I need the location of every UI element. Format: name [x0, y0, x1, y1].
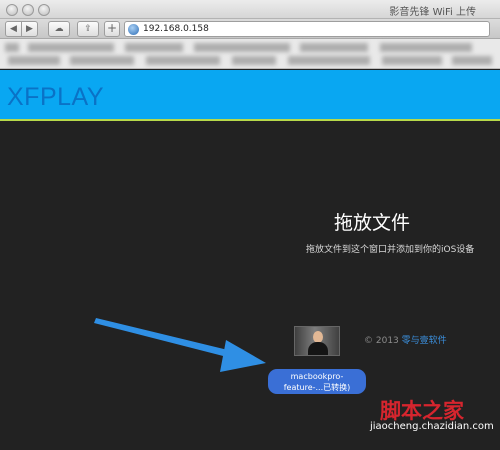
window-title: 影音先锋 WiFi 上传: [389, 7, 476, 18]
bookmark-item[interactable]: [300, 43, 368, 52]
bookmark-item[interactable]: [194, 43, 290, 52]
new-tab-button[interactable]: +: [104, 21, 120, 37]
forward-arrow-icon: ▶: [26, 24, 33, 34]
globe-icon: [128, 24, 139, 35]
bookmark-item[interactable]: [232, 56, 276, 65]
bookmark-item[interactable]: [70, 56, 134, 65]
back-arrow-icon: ◀: [10, 24, 17, 34]
person-body-shape: [308, 342, 328, 355]
bookmark-item[interactable]: [288, 56, 370, 65]
back-button[interactable]: ◀: [5, 21, 22, 37]
bookmark-item[interactable]: [8, 56, 60, 65]
dragged-file-thumbnail[interactable]: [294, 326, 340, 356]
bookmark-item[interactable]: [28, 43, 114, 52]
bookmark-item[interactable]: [452, 56, 492, 65]
plus-icon: +: [106, 21, 118, 35]
bookmark-item[interactable]: [146, 56, 220, 65]
bookmark-item[interactable]: [125, 43, 183, 52]
watermark-url: jiaocheng.chazidian.com: [370, 421, 494, 432]
icloud-icon: ☁: [54, 24, 64, 34]
bookmark-item[interactable]: [5, 43, 19, 52]
drop-title: 拖放文件: [334, 212, 411, 234]
bookmarks-bar: [0, 39, 500, 69]
address-bar[interactable]: 192.168.0.158: [124, 21, 490, 37]
page-header: XFPLAY: [0, 70, 500, 121]
file-name-line-2: feature-...已转换): [283, 383, 351, 392]
share-icon: ⇪: [84, 24, 92, 34]
browser-toolbar: ◀ ▶ ☁ ⇪ + 192.168.0.158: [0, 19, 500, 39]
dragged-file-label[interactable]: macbookpro- feature-...已转换): [268, 369, 366, 394]
bookmark-item[interactable]: [380, 43, 472, 52]
copyright-text: © 2013: [364, 336, 399, 346]
xfplay-logo: XFPLAY: [7, 83, 105, 111]
drop-instructions: 拖放文件到这个窗口并添加到你的iOS设备: [306, 245, 475, 255]
browser-window: 影音先锋 WiFi 上传 ◀ ▶ ☁ ⇪ + 192.168.0.158 XFP…: [0, 0, 500, 450]
url-text[interactable]: 192.168.0.158: [143, 24, 209, 34]
copyright-notice: © 2013 零与壹软件: [364, 333, 447, 346]
title-bar: 影音先锋 WiFi 上传: [0, 0, 500, 19]
forward-button[interactable]: ▶: [21, 21, 38, 37]
file-name-line-1: macbookpro-: [290, 372, 344, 381]
icloud-tabs-button[interactable]: ☁: [48, 21, 70, 37]
company-link[interactable]: 零与壹软件: [402, 336, 447, 346]
share-button[interactable]: ⇪: [77, 21, 99, 37]
site-watermark: 脚本之家 jiaocheng.chazidian.com: [370, 395, 500, 450]
bookmark-item[interactable]: [382, 56, 442, 65]
